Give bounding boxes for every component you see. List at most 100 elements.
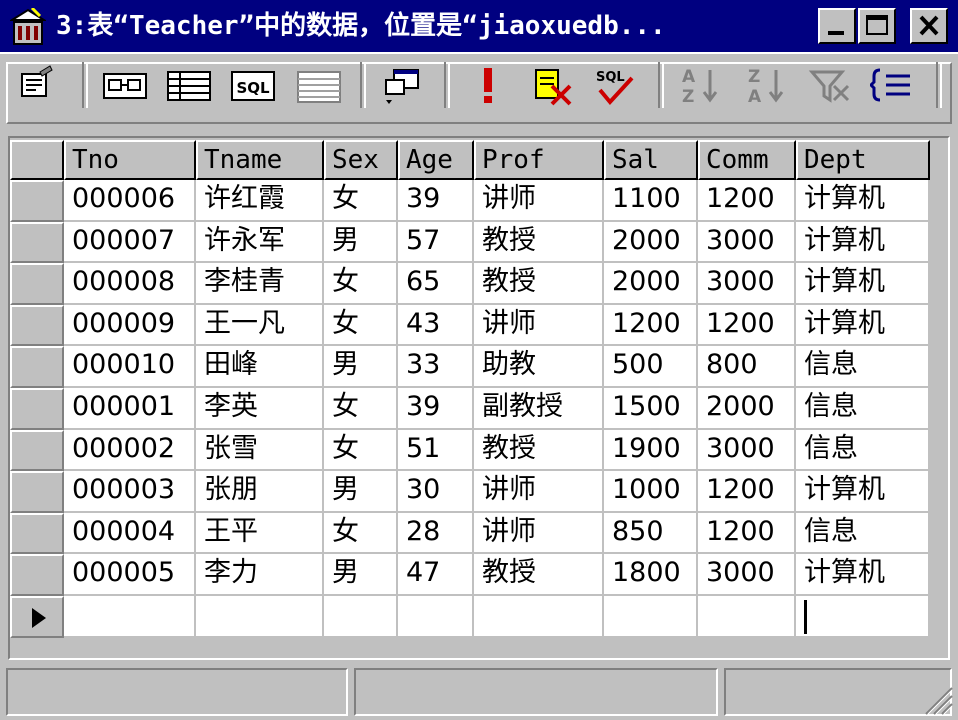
column-header-tno[interactable]: Tno — [64, 140, 196, 180]
row-selector[interactable] — [10, 388, 64, 430]
table-cell-age[interactable]: 51 — [398, 429, 474, 472]
table-cell-sex[interactable]: 男 — [324, 554, 398, 596]
table-cell-comm[interactable]: 3000 — [698, 554, 796, 596]
table-cell-sex[interactable]: 女 — [324, 263, 398, 305]
table-cell-age[interactable]: 28 — [398, 512, 474, 555]
table-cell-age[interactable]: 39 — [398, 180, 474, 222]
table-cell-age[interactable]: 47 — [398, 554, 474, 596]
minimize-button[interactable] — [818, 8, 856, 44]
table-cell-sal[interactable]: 1100 — [604, 180, 698, 222]
table-cell-age[interactable]: 30 — [398, 471, 474, 513]
new-row-cell-prof[interactable] — [474, 596, 604, 638]
table-cell-comm[interactable]: 1200 — [698, 180, 796, 222]
results-grid[interactable]: Tno Tname Sex Age Prof Sal Comm Dept 000006 许红霞女 3… — [8, 136, 950, 660]
table-cell-tno[interactable]: 000010 — [64, 346, 196, 388]
table-cell-sex[interactable]: 女 — [324, 304, 398, 347]
table-cell-tno[interactable]: 000003 — [64, 471, 196, 513]
change-query-type-button[interactable] — [380, 64, 426, 106]
new-row-cell-dept[interactable] — [796, 596, 930, 638]
title-bar[interactable]: 3:表“Teacher”中的数据，位置是“jiaoxuedb... — [0, 0, 958, 52]
table-cell-tname[interactable]: 王一凡 — [196, 304, 324, 347]
table-cell-tname[interactable]: 王平 — [196, 512, 324, 555]
table-cell-dept[interactable]: 计算机 — [796, 304, 930, 347]
table-cell-sal[interactable]: 1900 — [604, 429, 698, 472]
table-cell-tname[interactable]: 许红霞 — [196, 180, 324, 222]
show-results-pane-button[interactable] — [296, 64, 342, 106]
table-cell-dept[interactable]: 信息 — [796, 346, 930, 388]
column-header-sex[interactable]: Sex — [324, 140, 398, 180]
column-header-age[interactable]: Age — [398, 140, 474, 180]
table-cell-sal[interactable]: 500 — [604, 346, 698, 388]
properties-button[interactable] — [14, 64, 60, 106]
table-cell-sex[interactable]: 女 — [324, 512, 398, 555]
show-diagram-pane-button[interactable] — [102, 64, 148, 106]
show-grid-pane-button[interactable] — [166, 64, 212, 106]
column-header-dept[interactable]: Dept — [796, 140, 930, 180]
maximize-button[interactable] — [858, 8, 896, 44]
table-cell-sex[interactable]: 女 — [324, 429, 398, 472]
table-cell-prof[interactable]: 讲师 — [474, 512, 604, 555]
table-cell-tno[interactable]: 000009 — [64, 304, 196, 347]
table-cell-tno[interactable]: 000002 — [64, 429, 196, 472]
table-cell-sal[interactable]: 2000 — [604, 221, 698, 264]
table-cell-comm[interactable]: 800 — [698, 346, 796, 388]
table-cell-prof[interactable]: 副教授 — [474, 388, 604, 430]
table-cell-comm[interactable]: 3000 — [698, 221, 796, 264]
table-cell-prof[interactable]: 讲师 — [474, 180, 604, 222]
table-cell-age[interactable]: 39 — [398, 388, 474, 430]
row-selector[interactable] — [10, 471, 64, 513]
table-cell-prof[interactable]: 教授 — [474, 263, 604, 305]
table-cell-sex[interactable]: 男 — [324, 471, 398, 513]
table-cell-tname[interactable]: 许永军 — [196, 221, 324, 264]
table-cell-prof[interactable]: 助教 — [474, 346, 604, 388]
table-cell-tname[interactable]: 李英 — [196, 388, 324, 430]
table-cell-tname[interactable]: 张雪 — [196, 429, 324, 472]
group-by-button[interactable] — [870, 64, 916, 106]
table-cell-tname[interactable]: 田峰 — [196, 346, 324, 388]
new-row-cell-sex[interactable] — [324, 596, 398, 638]
new-row-cell-sal[interactable] — [604, 596, 698, 638]
run-button[interactable] — [466, 64, 512, 106]
row-selector[interactable] — [10, 346, 64, 388]
table-cell-prof[interactable]: 教授 — [474, 429, 604, 472]
table-cell-sex[interactable]: 男 — [324, 346, 398, 388]
table-cell-dept[interactable]: 计算机 — [796, 180, 930, 222]
resize-grip-icon[interactable] — [922, 684, 954, 716]
close-button[interactable] — [910, 8, 948, 44]
table-cell-prof[interactable]: 教授 — [474, 554, 604, 596]
table-cell-tno[interactable]: 000007 — [64, 221, 196, 264]
table-cell-sal[interactable]: 1000 — [604, 471, 698, 513]
new-row-cell-age[interactable] — [398, 596, 474, 638]
table-cell-tno[interactable]: 000008 — [64, 263, 196, 305]
row-selector[interactable] — [10, 554, 64, 596]
table-cell-sex[interactable]: 女 — [324, 388, 398, 430]
table-cell-tno[interactable]: 000005 — [64, 554, 196, 596]
table-cell-sal[interactable]: 1200 — [604, 304, 698, 347]
table-cell-comm[interactable]: 1200 — [698, 471, 796, 513]
verify-sql-button[interactable]: SQL — [592, 64, 638, 106]
row-selector[interactable] — [10, 180, 64, 222]
table-cell-tno[interactable]: 000006 — [64, 180, 196, 222]
table-cell-comm[interactable]: 1200 — [698, 512, 796, 555]
new-row-cell-tno[interactable] — [64, 596, 196, 638]
table-cell-dept[interactable]: 信息 — [796, 512, 930, 555]
table-cell-comm[interactable]: 2000 — [698, 388, 796, 430]
column-header-tname[interactable]: Tname — [196, 140, 324, 180]
row-selector[interactable] — [10, 263, 64, 305]
table-cell-dept[interactable]: 计算机 — [796, 221, 930, 264]
table-cell-comm[interactable]: 3000 — [698, 263, 796, 305]
table-cell-sex[interactable]: 男 — [324, 221, 398, 264]
column-header-sal[interactable]: Sal — [604, 140, 698, 180]
table-cell-sex[interactable]: 女 — [324, 180, 398, 222]
sort-ascending-button[interactable]: A Z — [678, 64, 724, 106]
table-cell-sal[interactable]: 2000 — [604, 263, 698, 305]
table-cell-prof[interactable]: 教授 — [474, 221, 604, 264]
table-cell-comm[interactable]: 1200 — [698, 304, 796, 347]
table-cell-sal[interactable]: 1800 — [604, 554, 698, 596]
table-cell-tname[interactable]: 张朋 — [196, 471, 324, 513]
new-row-cell-comm[interactable] — [698, 596, 796, 638]
table-cell-age[interactable]: 33 — [398, 346, 474, 388]
column-header-comm[interactable]: Comm — [698, 140, 796, 180]
table-cell-dept[interactable]: 信息 — [796, 429, 930, 472]
table-cell-age[interactable]: 57 — [398, 221, 474, 264]
